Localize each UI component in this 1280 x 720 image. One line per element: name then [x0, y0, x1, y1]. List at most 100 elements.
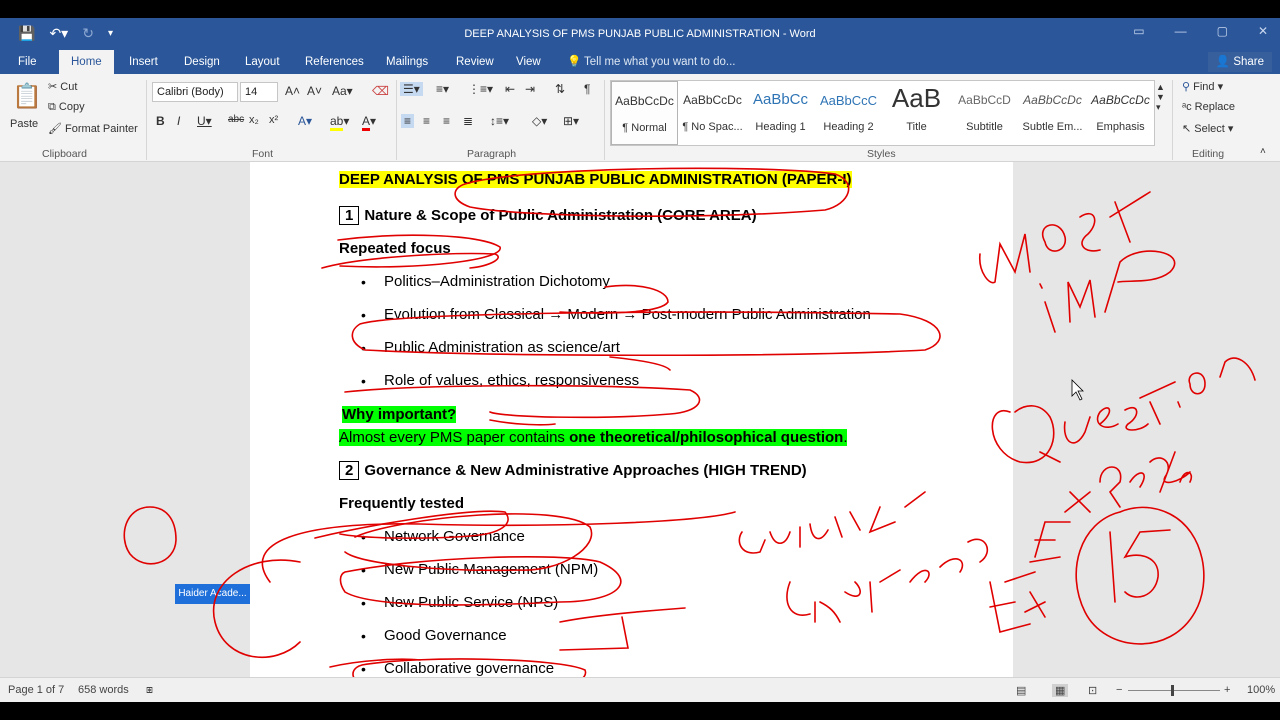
increase-indent-icon[interactable]: ⇥	[525, 82, 535, 96]
divider	[146, 80, 147, 160]
proofing-icon[interactable]: ⧆	[146, 684, 153, 697]
tab-mailings[interactable]: Mailings	[386, 50, 428, 74]
why-important-text: Why important?	[342, 406, 457, 423]
section-title: Nature & Scope of Public Administration …	[364, 207, 757, 224]
style-normal[interactable]: AaBbCcDc ¶ Normal	[611, 81, 678, 145]
change-case-icon[interactable]: Aa▾	[332, 84, 353, 98]
zoom-slider[interactable]	[1128, 690, 1220, 691]
highlight-icon[interactable]: ab▾	[330, 114, 349, 131]
collapse-ribbon-icon[interactable]: ˄	[1260, 146, 1266, 157]
bullet-icon: •	[361, 661, 366, 677]
shrink-font-icon[interactable]: A˅	[307, 84, 322, 98]
ribbon-display-icon[interactable]: ▭	[1133, 24, 1144, 38]
superscript-icon[interactable]: x²	[269, 114, 278, 126]
ink-hw-imp	[1039, 250, 1176, 333]
print-layout-icon[interactable]: ▦	[1052, 684, 1069, 697]
close-icon[interactable]: ✕	[1258, 24, 1268, 38]
zoom-level[interactable]: 100%	[1247, 684, 1275, 696]
word-count[interactable]: 658 words	[78, 684, 129, 696]
bullet-icon: •	[361, 562, 366, 578]
repeated-focus: Repeated focus	[339, 240, 451, 257]
page-count[interactable]: Page 1 of 7	[8, 684, 64, 696]
text-effects-icon[interactable]: A▾	[298, 114, 312, 128]
tab-layout[interactable]: Layout	[245, 50, 280, 74]
font-group-label: Font	[252, 148, 274, 160]
style-emphasis[interactable]: AaBbCcDc Emphasis	[1087, 81, 1154, 145]
scissors-icon: ✂	[48, 81, 61, 93]
read-mode-icon[interactable]: ▤	[1016, 684, 1026, 697]
tab-home[interactable]: Home	[59, 50, 114, 74]
status-bar: Page 1 of 7 658 words ⧆ ▤ ▦ ⊡ − + 100%	[0, 677, 1280, 702]
style-heading-2[interactable]: AaBbCcC Heading 2	[815, 81, 882, 145]
find-button[interactable]: ⚲ Find ▾	[1182, 80, 1223, 93]
document-page[interactable]: DEEP ANALYSIS OF PMS PUNJAB PUBLIC ADMIN…	[250, 162, 1013, 677]
format-painter-button[interactable]: 🖌 Format Painter	[48, 122, 138, 135]
tab-view[interactable]: View	[516, 50, 541, 74]
bold-icon[interactable]: B	[156, 114, 165, 128]
zoom-slider-thumb[interactable]	[1171, 685, 1174, 696]
cut-button[interactable]: ✂ Cut	[48, 80, 77, 93]
justify-icon[interactable]: ≣	[463, 114, 473, 128]
style-heading-1[interactable]: AaBbCc Heading 1	[747, 81, 814, 145]
strikethrough-icon[interactable]: abc	[228, 114, 244, 125]
zoom-in-icon[interactable]: +	[1224, 684, 1230, 696]
style-title[interactable]: AaB Title	[883, 81, 950, 145]
line-spacing-icon[interactable]: ↕≡▾	[490, 114, 509, 128]
grow-font-icon[interactable]: A˄	[285, 84, 300, 98]
brush-icon: 🖌	[48, 123, 66, 135]
bullets-icon[interactable]: ☰▾	[400, 82, 423, 96]
align-right-icon[interactable]: ≡	[443, 114, 450, 128]
section-number: 2	[339, 461, 360, 480]
borders-icon[interactable]: ⊞▾	[563, 114, 579, 128]
tab-design[interactable]: Design	[184, 50, 220, 74]
style-name: Title	[906, 121, 927, 133]
decrease-indent-icon[interactable]: ⇤	[505, 82, 515, 96]
editing-group-label: Editing	[1192, 148, 1225, 160]
share-label: Share	[1233, 56, 1264, 68]
numbering-icon[interactable]: ≡▾	[436, 82, 449, 96]
why-important: Why important?	[342, 406, 457, 423]
tab-file[interactable]: File	[18, 50, 37, 74]
copy-button[interactable]: ⧉ Copy	[48, 101, 85, 114]
align-left-icon[interactable]: ≡	[401, 114, 415, 128]
font-name-select[interactable]: Calibri (Body)	[152, 82, 238, 102]
sort-icon[interactable]: ⇅	[555, 82, 565, 96]
ink-circle-15	[1075, 506, 1205, 645]
tab-review[interactable]: Review	[456, 50, 494, 74]
person-icon: 👤	[1215, 56, 1234, 68]
underline-icon[interactable]: U▾	[197, 114, 212, 128]
align-center-icon[interactable]: ≡	[423, 114, 430, 128]
share-button[interactable]: 👤 Share	[1207, 52, 1272, 72]
subscript-icon[interactable]: x₂	[249, 114, 259, 126]
style-subtitle[interactable]: AaBbCcD Subtitle	[951, 81, 1018, 145]
tell-me-box[interactable]: Tell me what you want to do...	[584, 50, 736, 74]
style-subtle-emphasis[interactable]: AaBbCcDc Subtle Em...	[1019, 81, 1086, 145]
multilevel-list-icon[interactable]: ⋮≡▾	[468, 82, 493, 96]
format-painter-label: Format Painter	[65, 123, 138, 135]
pilcrow-icon[interactable]: ¶	[584, 82, 590, 96]
styles-scroll-icon[interactable]: ▲ ▼ ▾	[1156, 82, 1165, 113]
web-layout-icon[interactable]: ⊡	[1088, 684, 1097, 697]
tab-references[interactable]: References	[305, 50, 364, 74]
title-bar: 💾 ↶▾ ↻ ▾ DEEP ANALYSIS OF PMS PUNJAB PUB…	[0, 18, 1280, 50]
italic-icon[interactable]: I	[177, 114, 180, 128]
font-size-select[interactable]: 14	[240, 82, 278, 102]
shading-icon[interactable]: ◇▾	[532, 114, 547, 128]
why-text-part: Almost every PMS paper contains	[339, 429, 570, 446]
style-no-spacing[interactable]: AaBbCcDc ¶ No Spac...	[679, 81, 746, 145]
zoom-out-icon[interactable]: −	[1116, 684, 1122, 696]
clear-formatting-icon[interactable]: ⌫	[372, 84, 389, 98]
bullet-icon: •	[361, 307, 366, 323]
paste-button[interactable]: Paste	[10, 118, 38, 130]
mouse-cursor-icon	[1071, 379, 1084, 401]
paste-icon[interactable]: 📋	[12, 82, 42, 111]
divider	[396, 80, 397, 160]
minimize-icon[interactable]: —	[1175, 24, 1187, 38]
maximize-icon[interactable]: ▢	[1217, 24, 1228, 38]
window-title: DEEP ANALYSIS OF PMS PUNJAB PUBLIC ADMIN…	[464, 28, 816, 40]
presenter-tooltip: Haider Acade...	[175, 584, 250, 604]
font-color-icon[interactable]: A▾	[362, 114, 376, 131]
replace-button[interactable]: ᵃc Replace	[1182, 101, 1235, 113]
select-button[interactable]: ↖ Select ▾	[1182, 122, 1233, 135]
tab-insert[interactable]: Insert	[129, 50, 158, 74]
